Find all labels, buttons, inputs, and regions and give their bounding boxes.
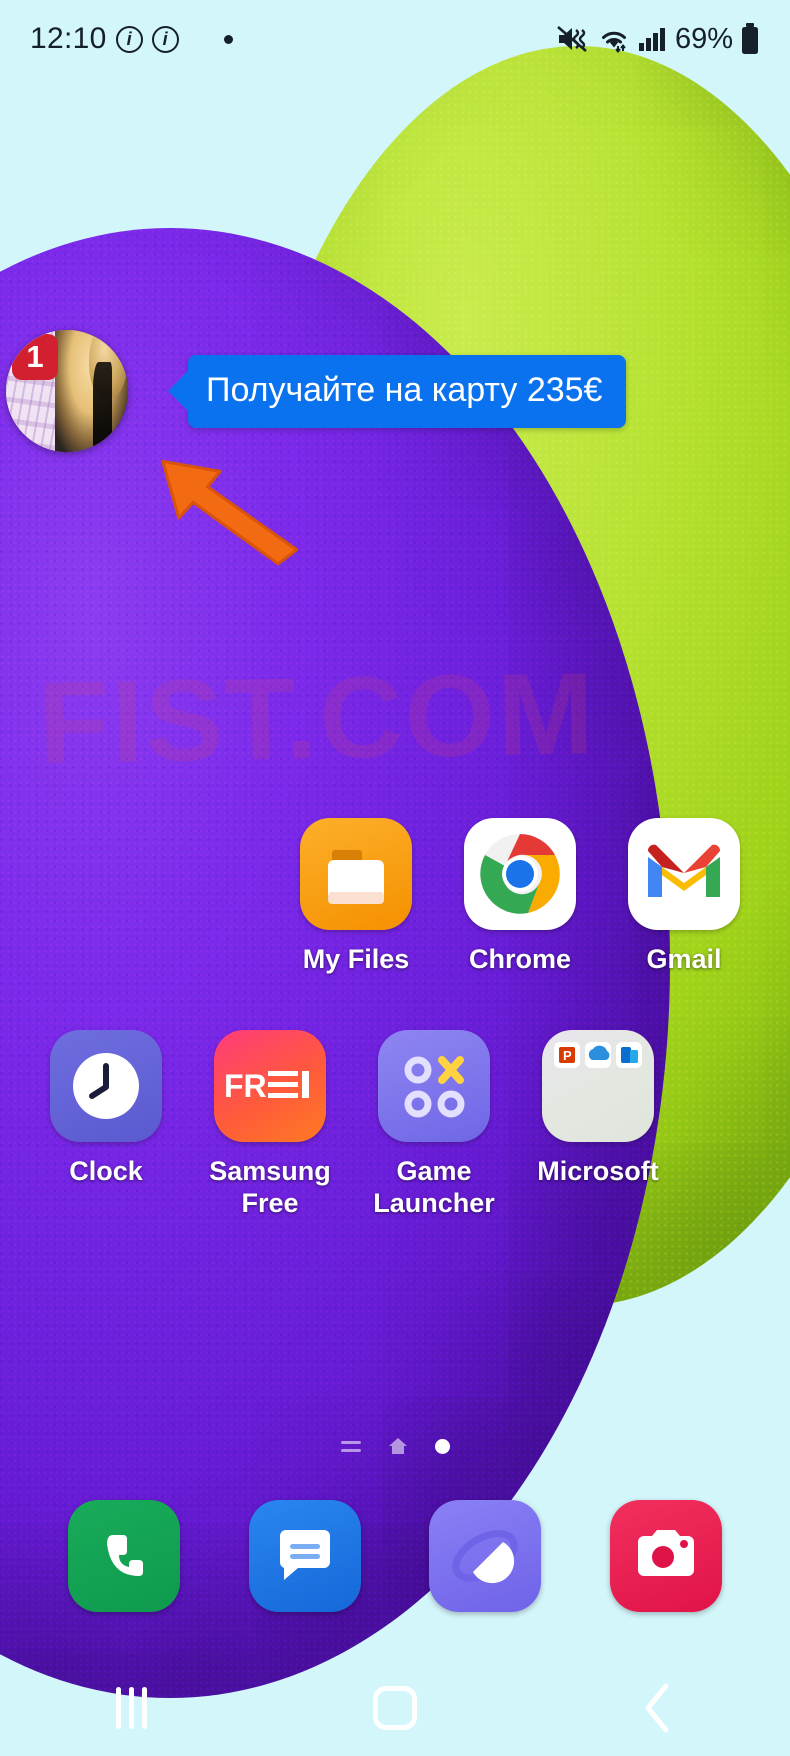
dock (0, 1500, 790, 1612)
cellular-signal-icon (638, 28, 665, 51)
info-circle-icon: i (115, 25, 143, 53)
status-bar: 12:10 i i 69% (0, 0, 790, 78)
app-gmail[interactable]: Gmail (602, 818, 766, 976)
avatar-shadow (92, 361, 112, 452)
clock-icon (50, 1029, 162, 1142)
notification-bubble[interactable]: 1 Получайте на карту 235€ (6, 330, 627, 452)
chrome-icon (464, 818, 576, 930)
page-indicator[interactable] (0, 1436, 790, 1456)
folder-microsoft[interactable]: P Microsoft (516, 1029, 680, 1220)
volume-mute-vibrate-icon (557, 26, 587, 52)
camera-icon[interactable] (609, 1500, 722, 1612)
svg-text:P: P (563, 1048, 572, 1063)
app-my-files[interactable]: My Files (274, 818, 438, 976)
contact-avatar[interactable]: 1 (6, 330, 128, 452)
messages-icon[interactable] (248, 1500, 361, 1612)
status-bar-right: 69% (556, 23, 760, 56)
bubble-tail (168, 369, 190, 413)
gmail-icon (628, 818, 740, 930)
svg-text:FR: FR (224, 1068, 267, 1104)
battery-percent-label: 69% (674, 22, 733, 55)
status-bar-left: 12:10 i i (30, 22, 233, 56)
app-label: Gmail (646, 944, 722, 974)
app-list-page-icon[interactable] (340, 1440, 361, 1452)
current-page-dot[interactable] (434, 1438, 450, 1454)
app-label: Samsung Free (209, 1155, 331, 1218)
app-label: Game Launcher (373, 1155, 495, 1218)
recent-apps-icon[interactable] (72, 1673, 192, 1743)
app-label: My Files (302, 944, 410, 974)
app-samsung-free[interactable]: FR Samsung Free (188, 1029, 352, 1220)
app-row-1: My Files Chrome Gmail (0, 818, 790, 976)
samsung-internet-icon[interactable] (429, 1500, 542, 1612)
bubble-message-text[interactable]: Получайте на карту 235€ (188, 354, 627, 428)
avatar-face (54, 330, 128, 452)
back-icon[interactable] (598, 1673, 718, 1743)
samsung-free-icon: FR (214, 1029, 326, 1142)
my-files-icon (300, 818, 412, 930)
home-icon[interactable] (335, 1673, 455, 1743)
info-circle-icon: i (151, 25, 179, 53)
orange-pointer-arrow (161, 459, 299, 566)
app-grid: My Files Chrome Gmail Clock FR Samsung F… (0, 818, 790, 1220)
battery-icon (742, 23, 758, 54)
microsoft-folder-icon: P (542, 1029, 654, 1142)
phone-home-screen: FIST.COM 12:10 i i (0, 0, 790, 1756)
game-launcher-icon (378, 1029, 490, 1142)
app-clock[interactable]: Clock (24, 1029, 188, 1220)
app-label: Microsoft (537, 1155, 659, 1186)
phone-icon[interactable] (68, 1500, 181, 1612)
app-game-launcher[interactable]: Game Launcher (352, 1029, 516, 1220)
notification-badge-count: 1 (12, 334, 58, 380)
app-chrome[interactable]: Chrome (438, 818, 602, 976)
app-label: Clock (69, 1155, 143, 1186)
app-label: Chrome (468, 944, 571, 974)
app-row-2: Clock FR Samsung Free Game Launcher P Mi… (0, 1029, 790, 1220)
status-clock: 12:10 (30, 22, 107, 55)
navigation-bar (0, 1660, 790, 1756)
wifi-icon (601, 31, 626, 53)
home-page-icon[interactable] (387, 1436, 409, 1456)
notification-dot-icon (223, 34, 233, 44)
